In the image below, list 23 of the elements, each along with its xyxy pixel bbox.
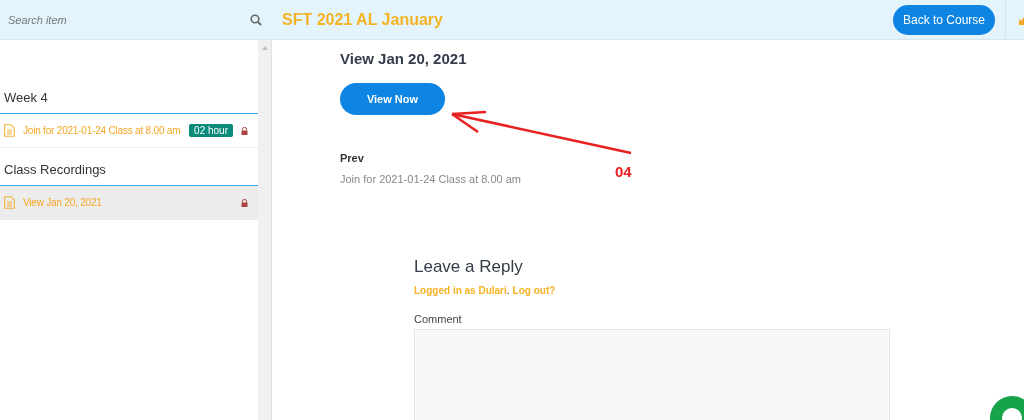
course-title: SFT 2021 AL January [282, 10, 444, 29]
comment-label: Comment [414, 313, 462, 325]
document-icon [4, 124, 15, 137]
comment-field[interactable] [414, 329, 890, 420]
chat-bubble-icon[interactable] [990, 396, 1024, 420]
prev-label: Prev [340, 152, 364, 164]
lesson-item[interactable]: Join for 2021-01-24 Class at 8.00 am 02 hour [0, 114, 258, 148]
document-icon [4, 196, 15, 209]
search-icon[interactable] [250, 13, 262, 26]
lesson-heading: View Jan 20, 2021 [340, 50, 467, 67]
back-to-course-button[interactable]: Back to Course [892, 4, 995, 35]
duration-badge: 02 hour [189, 124, 233, 137]
separator-text: . [506, 285, 510, 296]
lesson-title: View Jan 20, 2021 [23, 197, 103, 208]
section-title: Week 4 [0, 90, 258, 114]
prev-lesson-link[interactable]: Join for 2021-01-24 Class at 8.00 am [340, 173, 521, 185]
search-field[interactable]: Search item [6, 12, 250, 27]
annotation-label: 04 [615, 163, 632, 180]
scroll-up-icon[interactable] [261, 46, 268, 50]
lesson-title: Join for 2021-01-24 Class at 8.00 am [23, 125, 182, 136]
reply-heading: Leave a Reply [414, 257, 523, 277]
logout-link[interactable]: Log out? [512, 285, 556, 296]
view-now-button[interactable]: View Now [340, 83, 445, 115]
